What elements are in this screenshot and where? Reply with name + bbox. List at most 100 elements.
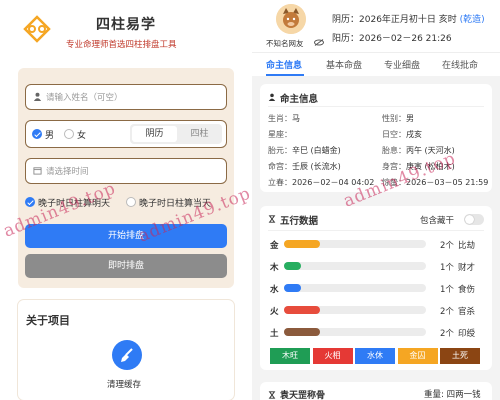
hourglass-icon	[268, 215, 276, 223]
zi-tomorrow-label: 晚子时日柱算明天	[38, 199, 111, 209]
info-lichun: 立春：2026－02－04 04:02	[268, 178, 375, 187]
wuxing-ten-god: 财才	[458, 263, 476, 273]
female-label: 女	[77, 131, 87, 141]
right-screen: 不知名网友 阴历：2026年正月初十日 亥时 (乾造) 阳历：2026－02－2…	[252, 0, 500, 400]
nickname: 不知名网友	[266, 39, 304, 48]
profile-header: 不知名网友 阴历：2026年正月初十日 亥时 (乾造) 阳历：2026－02－2…	[252, 0, 500, 52]
info-constellation: 星座：	[268, 130, 292, 139]
qianzao-hint: (乾造)	[459, 15, 485, 25]
tab-online-reading[interactable]: 在线批命	[442, 58, 478, 71]
wuxing-count: 2个	[440, 241, 454, 251]
wuxing-row: 水 1个 食伤	[270, 280, 486, 296]
wuxing-bar-track	[284, 284, 426, 292]
info-taixi: 胎息：丙午 (天河水)	[382, 146, 455, 155]
lunar-date-line: 阴历：2026年正月初十日 亥时 (乾造)	[332, 12, 485, 25]
tab-sizhu[interactable]: 四柱	[179, 126, 220, 142]
wuxing-bar-fill	[284, 262, 302, 270]
time-input[interactable]: 请选择时间	[25, 158, 227, 184]
info-gender: 性别：男	[382, 114, 414, 123]
wuxing-status-chip: 火相	[312, 348, 353, 364]
lunar-label: 阴历：	[332, 15, 360, 25]
brand-title: 四柱易学	[96, 17, 156, 33]
info-life-palace: 命宫：壬辰 (长流水)	[268, 162, 341, 171]
wuxing-bar-track	[284, 328, 426, 336]
solar-label: 阳历：	[332, 34, 360, 44]
divider	[268, 230, 484, 231]
wuxing-row: 木 1个 财才	[270, 258, 486, 274]
brand-subtitle: 专业命理师首选四柱排盘工具	[66, 40, 177, 50]
weight-value: 重量: 四两一钱	[424, 390, 481, 400]
logo-icon	[23, 15, 51, 43]
divider	[268, 106, 484, 107]
wuxing-count: 1个	[440, 263, 454, 273]
owner-info-title: 命主信息	[280, 94, 319, 105]
chart-form: 请输入姓名（可空） 男 女 阴历 四柱 请选择时间 晚子时日柱算明天 晚子时日柱…	[18, 68, 234, 288]
tab-lunar[interactable]: 阴历	[132, 126, 177, 142]
wuxing-title: 五行数据	[280, 216, 319, 227]
clear-cache-label: 清理缓存	[107, 380, 142, 390]
chart-tabs: 命主信息 基本命盘 专业细盘 在线批命	[252, 52, 500, 76]
tab-owner-info[interactable]: 命主信息	[266, 58, 302, 71]
name-placeholder: 请输入姓名（可空）	[46, 93, 123, 103]
broom-icon	[121, 348, 133, 362]
zi-today-label: 晚子时日柱算当天	[139, 199, 212, 209]
tab-detailed-chart[interactable]: 专业细盘	[384, 58, 420, 71]
name-input[interactable]: 请输入姓名（可空）	[25, 84, 227, 110]
wuxing-element: 土	[270, 329, 279, 339]
info-body-palace: 身宫：庚寅 (松柏木)	[382, 162, 455, 171]
info-jingzhe: 惊蛰：2026－03－05 21:59	[382, 178, 489, 187]
time-placeholder: 请选择时间	[46, 167, 89, 177]
about-section: 关于项目 清理缓存	[18, 300, 234, 400]
info-taiyuan: 胎元：辛巳 (白蜡金)	[268, 146, 341, 155]
zi-tomorrow-radio[interactable]	[25, 197, 35, 207]
solar-value: 2026－02－26 21:26	[359, 34, 452, 44]
instant-chart-button[interactable]: 即时排盘	[25, 254, 227, 278]
include-hidden-stems-label: 包含藏干	[420, 216, 455, 226]
active-tab-indicator	[266, 74, 304, 76]
wuxing-row: 金 2个 比劫	[270, 236, 486, 252]
clear-cache-button[interactable]	[112, 340, 142, 370]
wuxing-status-chip: 木旺	[270, 348, 310, 364]
wuxing-status-chip: 土死	[440, 348, 480, 364]
start-chart-button[interactable]: 开始排盘	[25, 224, 227, 248]
wuxing-count: 2个	[440, 307, 454, 317]
wuxing-bar-fill	[284, 328, 320, 336]
owner-info-card: 命主信息 生肖：马 性别：男 星座： 日空：戌亥 胎元：辛巳 (白蜡金) 胎息：…	[260, 84, 492, 192]
wuxing-element: 火	[270, 307, 279, 317]
user-icon	[33, 92, 42, 101]
hourglass-icon	[268, 391, 276, 399]
wuxing-bar-fill	[284, 306, 320, 314]
wuxing-element: 金	[270, 241, 279, 251]
wuxing-element: 水	[270, 285, 279, 295]
tab-basic-chart[interactable]: 基本命盘	[326, 58, 362, 71]
weight-card: 袁天罡称骨 重量: 四两一钱	[260, 382, 492, 400]
wuxing-ten-god: 比劫	[458, 241, 476, 251]
eye-off-icon[interactable]	[314, 39, 324, 46]
wuxing-ten-god: 食伤	[458, 285, 476, 295]
wuxing-bar-track	[284, 262, 426, 270]
male-label: 男	[45, 131, 55, 141]
info-zodiac: 生肖：马	[268, 114, 300, 123]
brand-header: 四柱易学 专业命理师首选四柱排盘工具	[0, 0, 250, 62]
solar-date-line: 阳历：2026－02－26 21:26	[332, 31, 452, 44]
avatar[interactable]	[276, 4, 306, 34]
calendar-segmented: 阴历 四柱	[130, 124, 222, 144]
include-hidden-stems-toggle[interactable]	[464, 214, 484, 225]
weight-title: 袁天罡称骨	[280, 391, 326, 400]
wuxing-status-strip: 木旺 火相 水休 金囚 土死	[270, 348, 482, 364]
about-title: 关于项目	[26, 314, 70, 327]
wuxing-count: 1个	[440, 285, 454, 295]
wuxing-ten-god: 官杀	[458, 307, 476, 317]
wuxing-bar-fill	[284, 240, 320, 248]
calendar-icon	[33, 167, 42, 175]
left-screen: 四柱易学 专业命理师首选四柱排盘工具 请输入姓名（可空） 男 女 阴历 四柱 请…	[0, 0, 250, 400]
zi-today-radio[interactable]	[126, 197, 136, 207]
wuxing-status-chip: 水休	[355, 348, 395, 364]
wuxing-status-chip: 金囚	[397, 348, 438, 364]
female-radio[interactable]	[64, 129, 74, 139]
lunar-value: 2026年正月初十日 亥时	[359, 15, 457, 25]
zi-hour-options: 晚子时日柱算明天 晚子时日柱算当天	[25, 194, 227, 212]
wuxing-count: 2个	[440, 329, 454, 339]
male-radio[interactable]	[32, 129, 42, 139]
info-day-void: 日空：戌亥	[382, 130, 422, 139]
